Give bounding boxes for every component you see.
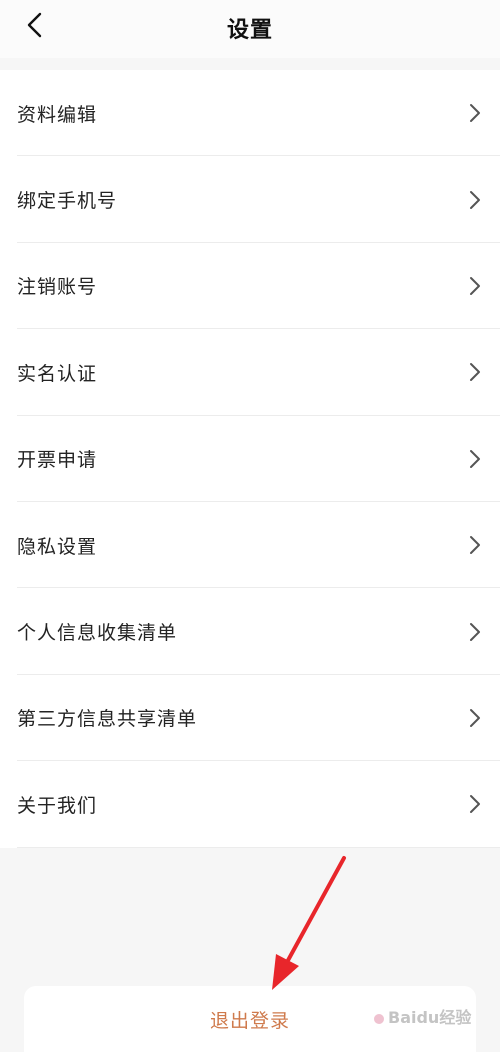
menu-item-third-party-sharing-list[interactable]: 第三方信息共享清单 <box>0 675 500 762</box>
header-bar: 设置 <box>0 0 500 58</box>
menu-item-invoice-request[interactable]: 开票申请 <box>0 416 500 503</box>
menu-item-label: 关于我们 <box>17 794 98 817</box>
menu-item-bind-phone[interactable]: 绑定手机号 <box>0 156 500 244</box>
chevron-right-icon <box>470 363 480 382</box>
menu-item-personal-info-list[interactable]: 个人信息收集清单 <box>0 588 500 676</box>
settings-menu: 资料编辑 绑定手机号 注销账号 实名认证 开票申请 隐私设置 个人信息收集清单 … <box>0 70 500 848</box>
chevron-right-icon <box>470 104 480 123</box>
menu-item-label: 开票申请 <box>17 449 98 472</box>
menu-item-real-name-auth[interactable]: 实名认证 <box>0 329 500 416</box>
chevron-right-icon <box>470 795 480 814</box>
menu-item-label: 实名认证 <box>17 362 98 385</box>
menu-item-privacy-settings[interactable]: 隐私设置 <box>0 502 500 589</box>
chevron-right-icon <box>470 190 480 209</box>
menu-item-label: 个人信息收集清单 <box>17 622 178 645</box>
chevron-right-icon <box>470 536 480 555</box>
menu-item-about-us[interactable]: 关于我们 <box>0 761 500 848</box>
chevron-right-icon <box>470 449 480 468</box>
chevron-right-icon <box>470 708 480 727</box>
menu-item-label: 第三方信息共享清单 <box>17 708 198 731</box>
logout-label: 退出登录 <box>209 1009 290 1032</box>
chevron-right-icon <box>470 276 480 295</box>
menu-item-profile-edit[interactable]: 资料编辑 <box>0 70 500 157</box>
menu-item-label: 绑定手机号 <box>17 190 118 213</box>
menu-item-delete-account[interactable]: 注销账号 <box>0 243 500 330</box>
menu-item-label: 隐私设置 <box>17 535 98 558</box>
chevron-right-icon <box>470 622 480 641</box>
page-title: 设置 <box>226 18 273 43</box>
menu-item-label: 资料编辑 <box>17 103 98 126</box>
logout-button[interactable]: 退出登录 <box>24 986 476 1052</box>
menu-item-label: 注销账号 <box>17 276 98 299</box>
